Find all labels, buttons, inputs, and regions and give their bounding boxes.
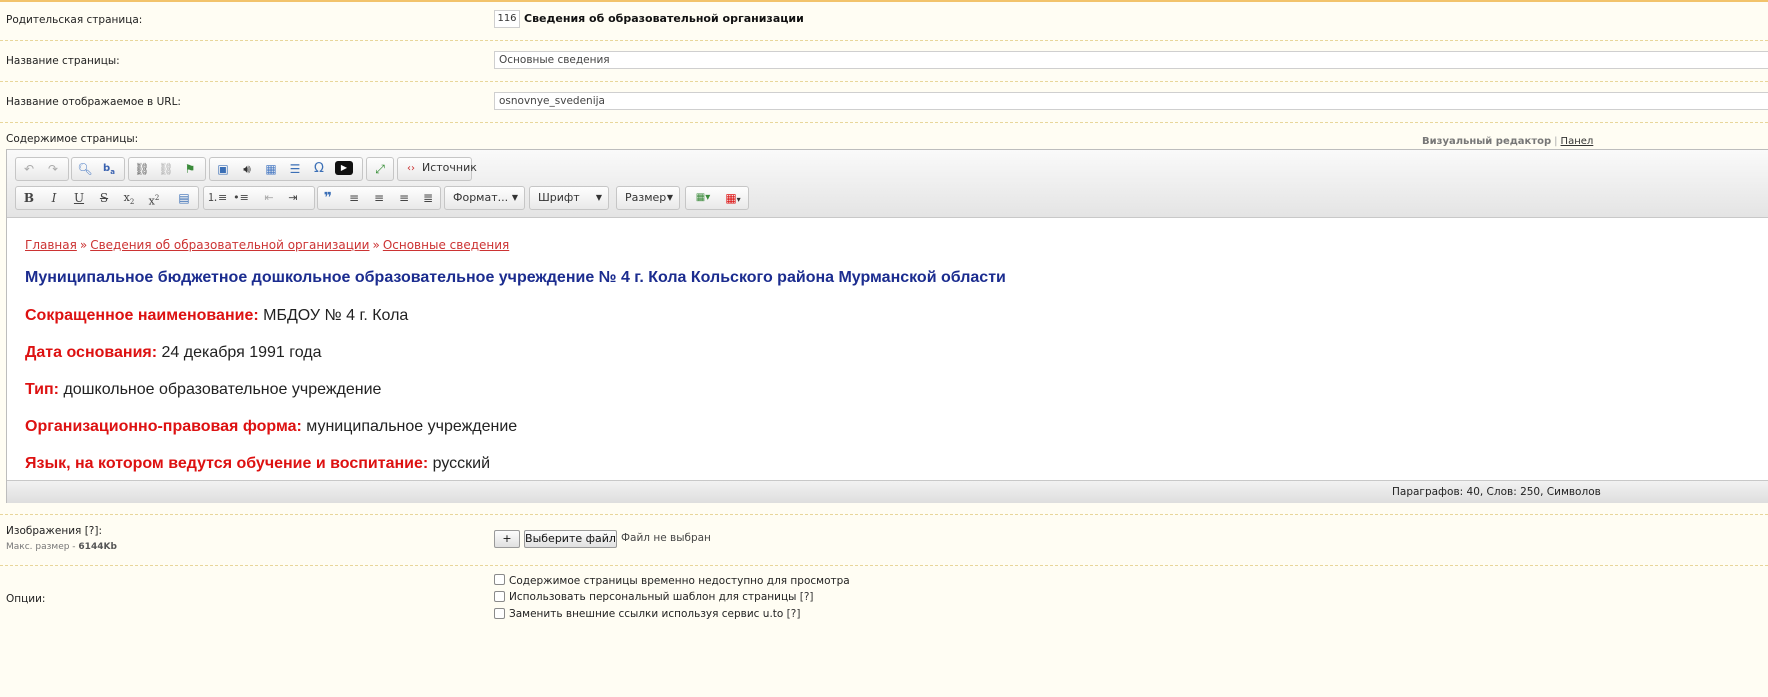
images-label: Изображения [?]:	[6, 525, 103, 537]
blockquote-icon[interactable]: ❞	[318, 189, 338, 207]
max-size-note: Макс. размер - 6144Kb	[6, 542, 117, 552]
choose-file-button[interactable]: Выберите файл	[524, 530, 617, 548]
option-personal-template-label: Использовать персональный шаблон для стр…	[509, 591, 814, 603]
fact-short-name: Сокращенное наименование: МБДОУ № 4 г. К…	[25, 307, 409, 324]
editor-mode-switch: Визуальный редактор | Панел	[1422, 136, 1594, 147]
subscript-icon[interactable]: x2	[119, 189, 139, 207]
link-icon[interactable]: ⛓	[132, 160, 152, 178]
option-personal-template-checkbox[interactable]	[494, 591, 505, 602]
add-image-button[interactable]: +	[494, 530, 520, 548]
fact-legal-form: Организационно-правовая форма: муниципал…	[25, 418, 518, 435]
find-icon[interactable]: 🔍︎	[75, 160, 95, 178]
underline-icon[interactable]: U	[69, 189, 89, 207]
table-icon[interactable]: ▦	[261, 160, 281, 178]
chevron-down-icon: ▼	[511, 193, 518, 202]
color-table-group: ▦▾ ▦▾	[685, 186, 749, 210]
breadcrumb-current[interactable]: Основные сведения	[383, 238, 509, 252]
list-group: ⒈≡ •≡ ⇤ ⇥	[203, 186, 315, 210]
anchor-icon[interactable]: ⚑	[180, 160, 200, 178]
replace-icon[interactable]: ba	[99, 160, 119, 178]
align-right-icon[interactable]: ≡	[394, 189, 414, 207]
url-name-label: Название отображаемое в URL:	[6, 96, 181, 108]
editor-toolbar: ↶ ↷ 🔍︎ ba ⛓ ⛓ ⚑ ▣ 🔊︎ ▦ ☰ Ω ▶ ⤢ ‹› Источн…	[7, 150, 1768, 218]
parent-page-id-input[interactable]: 116	[494, 10, 520, 28]
insert-image-icon[interactable]: ▤	[174, 189, 194, 207]
page-name-input[interactable]: Основные сведения	[494, 51, 1768, 69]
divider	[0, 122, 1768, 123]
unlink-icon[interactable]: ⛓	[156, 160, 176, 178]
undo-icon[interactable]: ↶	[19, 160, 39, 178]
source-button[interactable]: ‹› Источник	[397, 157, 477, 181]
bold-icon[interactable]: B	[19, 189, 39, 207]
parent-page-title: Сведения об образовательной организации	[524, 12, 804, 25]
page-name-label: Название страницы:	[6, 55, 120, 67]
content-label: Содержимое страницы:	[6, 133, 139, 145]
numbered-list-icon[interactable]: ⒈≡	[207, 189, 227, 207]
justify-icon[interactable]: ≣	[418, 189, 438, 207]
options-label: Опции:	[6, 593, 46, 605]
editor-statusbar: Параграфов: 40, Слов: 250, Символов	[7, 480, 1768, 503]
hr-icon[interactable]: ☰	[285, 160, 305, 178]
fact-founding-date: Дата основания: 24 декабря 1991 года	[25, 344, 322, 361]
youtube-icon[interactable]: ▶	[335, 161, 353, 175]
option-replace-links-checkbox[interactable]	[494, 608, 505, 619]
help-link[interactable]: [?]	[800, 591, 814, 603]
top-accent-line	[0, 0, 1768, 2]
option-unavailable-checkbox[interactable]	[494, 574, 505, 585]
insert-group: ▣ 🔊︎ ▦ ☰ Ω ▶	[209, 157, 363, 181]
editor-content-area[interactable]: Главная» Сведения об образовательной орга…	[7, 218, 1768, 480]
font-select[interactable]: Шрифт ▼	[529, 186, 609, 210]
superscript-icon[interactable]: x2	[144, 189, 164, 208]
divider	[0, 565, 1768, 566]
breadcrumb: Главная» Сведения об образовательной орга…	[25, 238, 510, 252]
basic-style-group: B I U S x2 x2 ▤	[15, 186, 199, 210]
fact-language: Язык, на котором ведутся обучение и восп…	[25, 455, 491, 472]
outdent-icon[interactable]: ⇤	[259, 189, 279, 207]
visual-editor-label: Визуальный редактор	[1422, 136, 1552, 147]
size-select[interactable]: Размер ▼	[616, 186, 680, 210]
table-menu-icon[interactable]: ▦▾	[719, 189, 747, 207]
indent-icon[interactable]: ⇥	[283, 189, 303, 207]
no-file-label: Файл не выбран	[621, 532, 711, 544]
maximize-group: ⤢	[366, 157, 394, 181]
chevron-down-icon: ▼	[666, 193, 673, 202]
fact-type: Тип: дошкольное образовательное учрежден…	[25, 381, 382, 398]
option-unavailable-label: Содержимое страницы временно недоступно …	[509, 575, 850, 587]
history-group: ↶ ↷	[15, 157, 69, 181]
divider	[0, 514, 1768, 515]
divider	[0, 40, 1768, 41]
panel-link[interactable]: Панел	[1561, 136, 1594, 147]
parent-page-label: Родительская страница:	[6, 14, 143, 26]
find-group: 🔍︎ ba	[71, 157, 125, 181]
align-left-icon[interactable]: ≡	[344, 189, 364, 207]
italic-icon[interactable]: I	[44, 189, 64, 207]
bullet-list-icon[interactable]: •≡	[231, 189, 251, 207]
maximize-icon[interactable]: ⤢	[370, 160, 390, 178]
special-char-icon[interactable]: Ω	[309, 160, 329, 178]
link-group: ⛓ ⛓ ⚑	[128, 157, 206, 181]
format-select[interactable]: Формат... ▼	[444, 186, 525, 210]
breadcrumb-home[interactable]: Главная	[25, 238, 77, 252]
align-group: ❞ ≡ ≡ ≡ ≣	[317, 186, 441, 210]
strike-icon[interactable]: S	[94, 189, 114, 207]
source-icon: ‹›	[407, 163, 415, 174]
audio-icon[interactable]: 🔊︎	[237, 160, 257, 178]
breadcrumb-org-info[interactable]: Сведения об образовательной организации	[90, 238, 369, 252]
redo-icon[interactable]: ↷	[43, 160, 63, 178]
help-link[interactable]: [?]	[787, 608, 801, 620]
word-count: Параграфов: 40, Слов: 250, Символов	[1392, 486, 1601, 498]
text-color-icon[interactable]: ▦▾	[689, 189, 717, 207]
org-heading: Муниципальное бюджетное дошкольное образ…	[25, 269, 1006, 286]
rich-text-editor: ↶ ↷ 🔍︎ ba ⛓ ⛓ ⚑ ▣ 🔊︎ ▦ ☰ Ω ▶ ⤢ ‹› Источн…	[6, 149, 1768, 503]
divider	[0, 81, 1768, 82]
chevron-down-icon: ▼	[595, 193, 602, 202]
option-replace-links-label: Заменить внешние ссылки используя сервис…	[509, 608, 801, 620]
image-icon[interactable]: ▣	[213, 160, 233, 178]
align-center-icon[interactable]: ≡	[369, 189, 389, 207]
url-name-input[interactable]: osnovnye_svedenija	[494, 92, 1768, 110]
